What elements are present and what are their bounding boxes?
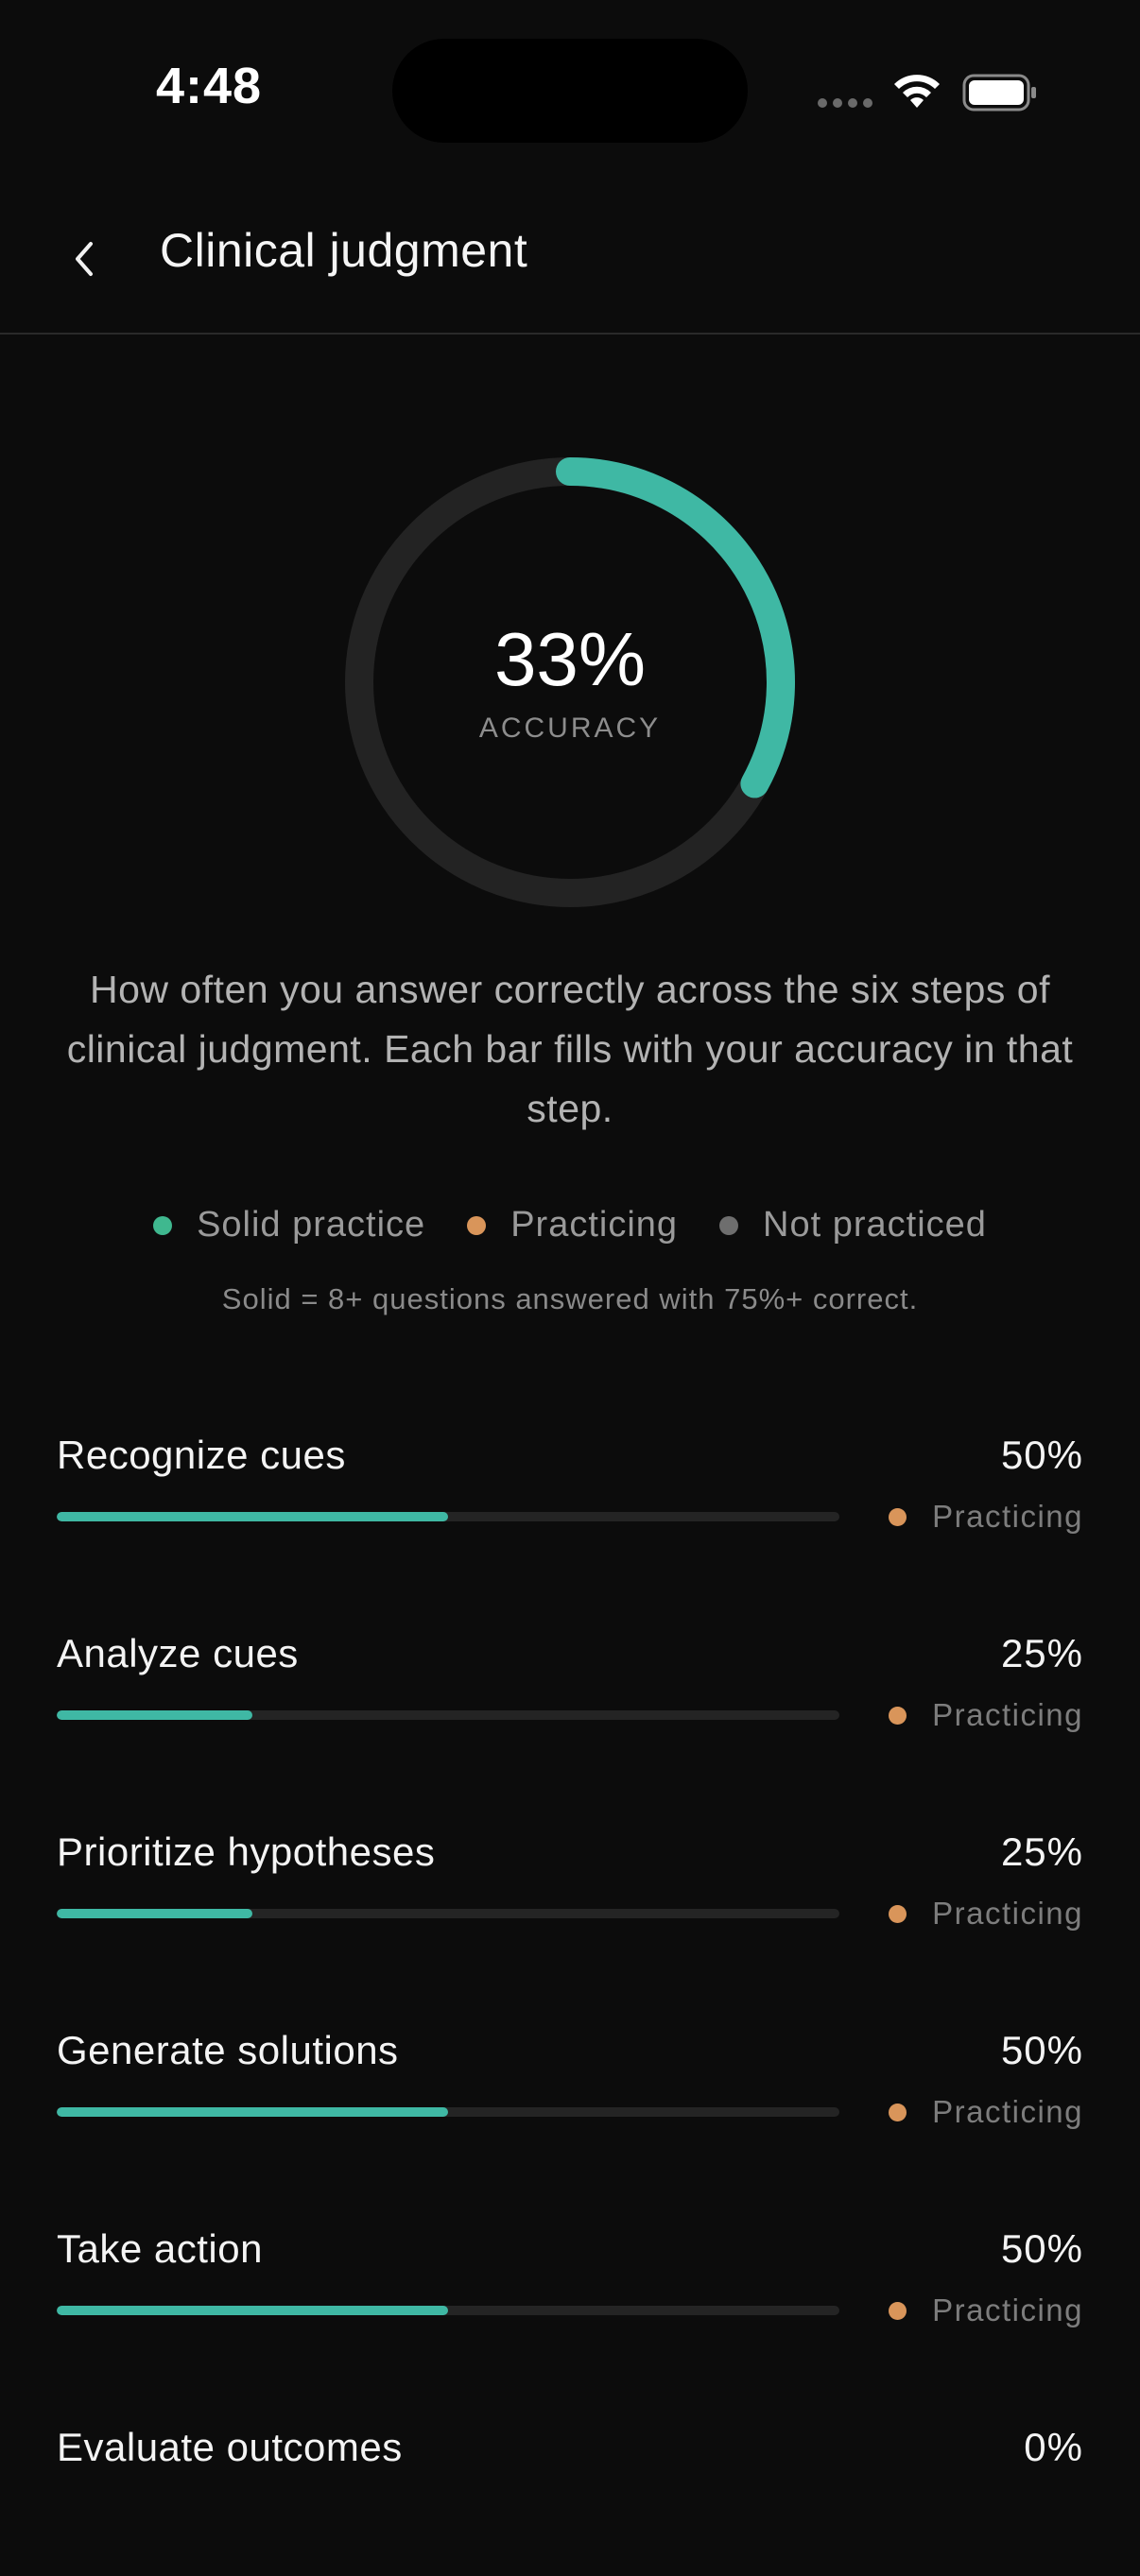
- step-percent: 50%: [1000, 1433, 1083, 1477]
- accuracy-ring: 33% ACCURACY: [343, 455, 797, 909]
- step-status: Practicing: [889, 1697, 1083, 1733]
- practicing-status-dot: [889, 1904, 907, 1923]
- legend-item-solid: Solid practice: [153, 1205, 425, 1245]
- step-progress-track: [57, 2107, 839, 2117]
- step-progress-track: [57, 1909, 839, 1918]
- solid-status-dot: [153, 1215, 173, 1235]
- accuracy-label: ACCURACY: [478, 713, 662, 744]
- practicing-status-dot: [889, 1706, 907, 1725]
- legend-item-practicing: Practicing: [467, 1205, 678, 1245]
- step-percent: 0%: [1024, 2425, 1083, 2469]
- top-bar: Clinical judgment: [0, 189, 1140, 335]
- step-percent: 50%: [1000, 2226, 1083, 2271]
- legend-note: Solid = 8+ questions answered with 75%+ …: [221, 1282, 919, 1315]
- step-percent: 50%: [1000, 2028, 1083, 2072]
- step-status-label: Practicing: [932, 2293, 1083, 2327]
- step-status: Practicing: [889, 1896, 1083, 1932]
- step-take-action: Take action 50% Practicing: [57, 2226, 1083, 2378]
- description-text: How often you answer correctly across th…: [66, 968, 1074, 1130]
- step-progress-fill: [57, 1909, 252, 1918]
- step-status-label: Practicing: [932, 1697, 1083, 1732]
- battery-icon: [962, 74, 1036, 112]
- step-status: Practicing: [889, 2094, 1083, 2130]
- legend-label: Solid practice: [197, 1205, 426, 1245]
- step-name: Analyze cues: [57, 1631, 299, 1675]
- step-name: Generate solutions: [57, 2028, 399, 2072]
- step-status-label: Practicing: [932, 1499, 1083, 1534]
- page-title: Clinical judgment: [160, 224, 528, 277]
- step-prioritize-hypotheses: Prioritize hypotheses 25% Practicing: [57, 1829, 1083, 1981]
- step-status: Practicing: [889, 2293, 1083, 2328]
- step-evaluate-outcomes: Evaluate outcomes 0%: [57, 2425, 1083, 2576]
- practicing-status-dot: [467, 1215, 487, 1235]
- step-progress-track: [57, 2306, 839, 2315]
- step-progress-fill: [57, 2306, 448, 2315]
- step-name: Recognize cues: [57, 1433, 346, 1477]
- step-progress-track: [57, 1710, 839, 1720]
- legend-item-not-practiced: Not practiced: [719, 1205, 987, 1245]
- step-analyze-cues: Analyze cues 25% Practicing: [57, 1631, 1083, 1782]
- step-progress-track: [57, 1512, 839, 1521]
- step-status-label: Practicing: [932, 2094, 1083, 2129]
- chevron-left-icon: [76, 242, 93, 276]
- legend: Solid practice Practicing Not practiced: [0, 1205, 1140, 1245]
- wifi-icon: [894, 75, 940, 108]
- step-progress-fill: [57, 2107, 448, 2117]
- step-generate-solutions: Generate solutions 50% Practicing: [57, 2028, 1083, 2179]
- practicing-status-dot: [889, 2103, 907, 2121]
- step-name: Evaluate outcomes: [57, 2425, 403, 2469]
- step-status: Practicing: [889, 1499, 1083, 1535]
- accuracy-value: 33%: [493, 617, 647, 701]
- practicing-status-dot: [889, 2301, 907, 2320]
- step-percent: 25%: [1000, 1631, 1083, 1675]
- legend-label: Not practiced: [763, 1205, 987, 1245]
- step-status-label: Practicing: [932, 1896, 1083, 1931]
- cellular-signal-icon: [818, 98, 872, 108]
- back-button[interactable]: [57, 231, 113, 287]
- legend-label: Practicing: [510, 1205, 679, 1245]
- step-recognize-cues: Recognize cues 50% Practicing: [57, 1433, 1083, 1584]
- not-practiced-status-dot: [719, 1215, 739, 1235]
- status-time: 4:48: [156, 58, 263, 114]
- dynamic-island: [392, 39, 748, 143]
- step-progress-fill: [57, 1710, 252, 1720]
- status-bar: 4:48: [0, 0, 1140, 189]
- step-progress-fill: [57, 1512, 448, 1521]
- step-name: Take action: [57, 2226, 263, 2271]
- practicing-status-dot: [889, 1507, 907, 1526]
- step-name: Prioritize hypotheses: [57, 1829, 436, 1874]
- step-percent: 25%: [1000, 1829, 1083, 1874]
